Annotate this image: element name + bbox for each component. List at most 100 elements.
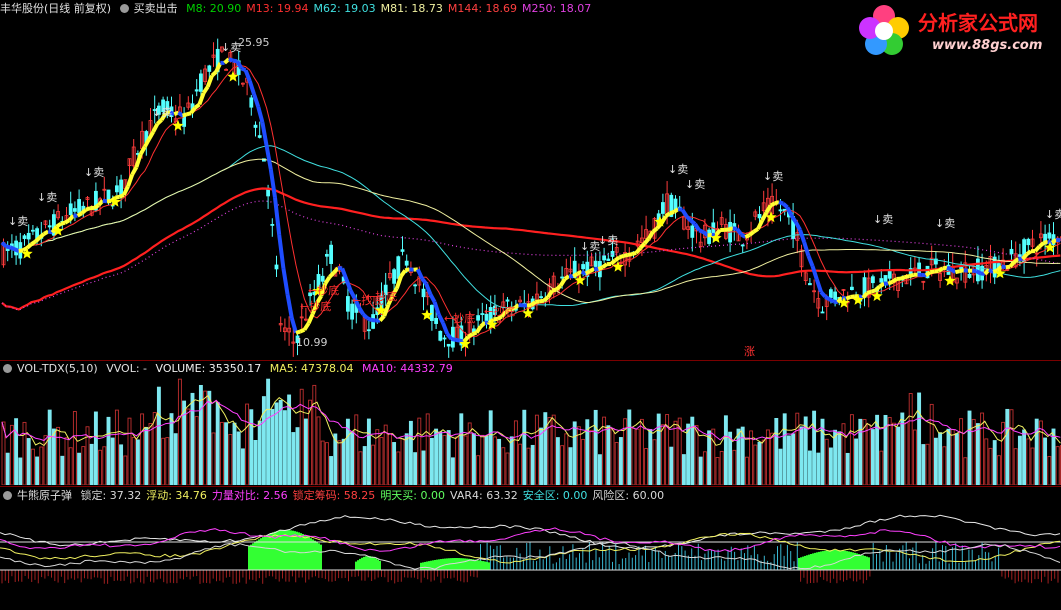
trend-band-segment xyxy=(151,122,160,133)
trend-band-segment xyxy=(563,274,571,281)
trend-band-segment xyxy=(845,295,852,301)
sell-signal-label: ↓卖 xyxy=(873,213,893,226)
trend-band-segment xyxy=(891,277,898,284)
volume-bar xyxy=(1055,446,1060,485)
candle-body xyxy=(47,225,52,228)
buy-signal-block xyxy=(252,543,254,570)
volume-indicator-name[interactable]: VOL-TDX(5,10) xyxy=(17,362,98,375)
oscillator-item: 风险区: 60.00 xyxy=(592,489,665,502)
trend-band-segment xyxy=(651,226,659,234)
trend-band-segment xyxy=(1008,260,1016,269)
buy-signal-block xyxy=(428,561,430,570)
volume-bar xyxy=(522,409,527,485)
trend-band-segment xyxy=(555,284,562,292)
volume-bar xyxy=(526,447,531,485)
trend-band-segment xyxy=(260,121,269,147)
trend-band-segment xyxy=(643,237,651,245)
trend-band-segment xyxy=(428,293,437,303)
volume-chart[interactable] xyxy=(0,377,1061,485)
volume-bar xyxy=(950,429,955,485)
volume-bar xyxy=(1005,408,1010,485)
candle-body xyxy=(438,330,443,341)
volume-bar xyxy=(194,416,199,485)
volume-bar xyxy=(711,428,716,485)
volume-bar xyxy=(870,429,875,485)
trend-band-segment xyxy=(63,218,71,225)
trend-band-segment xyxy=(693,222,701,232)
sell-signal-label: ↓卖 xyxy=(668,163,688,176)
trend-band-segment xyxy=(946,265,952,272)
trend-band-segment xyxy=(1033,245,1041,253)
volume-bar xyxy=(186,408,191,485)
volume-bar xyxy=(723,415,728,485)
candle-body xyxy=(115,185,119,193)
volume-bar xyxy=(564,433,569,485)
buy-signal-block xyxy=(316,541,318,570)
buy-signal-block xyxy=(454,558,456,570)
trend-band-segment xyxy=(432,301,441,316)
volume-bar xyxy=(303,418,308,485)
trend-band-segment xyxy=(589,267,596,273)
ma-item: M13: 19.94 xyxy=(246,2,309,15)
trend-band-segment xyxy=(474,325,483,334)
volume-bar xyxy=(30,448,35,485)
volume-bar xyxy=(177,378,182,485)
candle-body xyxy=(320,275,325,282)
buy-signal-block xyxy=(250,544,252,570)
volume-menu-icon[interactable] xyxy=(3,364,12,373)
trend-band-segment xyxy=(950,267,957,274)
candle-body xyxy=(442,337,447,340)
buy-signal-block xyxy=(424,561,426,570)
volume-bar xyxy=(156,386,161,485)
trend-band-segment xyxy=(904,274,910,280)
volume-bar xyxy=(648,429,653,485)
zhang-label: 涨 xyxy=(744,345,755,358)
volume-bar xyxy=(606,425,611,485)
trend-band-segment xyxy=(130,166,139,176)
oscillator-menu-icon[interactable] xyxy=(3,491,12,500)
trend-band-segment xyxy=(302,322,311,331)
oscillator-name[interactable]: 牛熊原子弹 xyxy=(17,489,72,502)
ma250-line xyxy=(1,200,1061,311)
trend-band-segment xyxy=(85,206,91,212)
trend-band-segment xyxy=(546,289,554,299)
buy-signal-block xyxy=(373,557,375,570)
volume-bar xyxy=(299,388,304,485)
volume-bar xyxy=(350,431,355,485)
trend-band-segment xyxy=(963,268,969,273)
trend-band-segment xyxy=(122,185,130,196)
volume-bar xyxy=(631,427,636,485)
volume-bar xyxy=(942,446,947,485)
volume-bar xyxy=(967,410,972,485)
trend-band-segment xyxy=(232,58,238,64)
trend-band-segment xyxy=(735,227,743,236)
volume-bar xyxy=(89,443,94,485)
candle-body xyxy=(505,299,510,302)
trend-band-segment xyxy=(420,277,428,286)
buy-signal-block xyxy=(850,551,852,570)
price-chart[interactable]: ↓卖↓卖↓卖↓卖↓卖↓卖↓卖↓卖↓卖↓卖↓卖 ↓卖↓卖←抄底←抄底←抄底←抄底←抄… xyxy=(0,18,1061,360)
volume-bar xyxy=(64,437,69,485)
volume-bar xyxy=(1030,447,1035,485)
buy-signal-block xyxy=(440,559,442,570)
buy-signal-block xyxy=(458,558,460,570)
volume-bar xyxy=(1038,420,1043,485)
candle-body xyxy=(207,65,212,72)
volume-bar xyxy=(329,456,334,485)
trend-band-segment xyxy=(467,332,474,339)
trend-band-segment xyxy=(118,193,125,199)
buy-signal-block xyxy=(838,550,840,570)
trend-band-segment xyxy=(627,252,633,257)
trend-band-segment xyxy=(289,317,298,334)
volume-bar xyxy=(236,431,241,485)
volume-bar xyxy=(400,438,405,485)
volume-bar xyxy=(816,452,821,485)
oscillator-chart[interactable] xyxy=(0,504,1061,610)
indicator-menu-icon[interactable] xyxy=(119,4,129,13)
volume-bar xyxy=(828,447,833,485)
indicator-name[interactable]: 买卖出击 xyxy=(134,2,178,15)
ma144-line xyxy=(1,187,1061,311)
trend-band-segment xyxy=(437,313,445,324)
trend-band-segment xyxy=(9,245,16,252)
buy-signal-block xyxy=(480,560,482,570)
